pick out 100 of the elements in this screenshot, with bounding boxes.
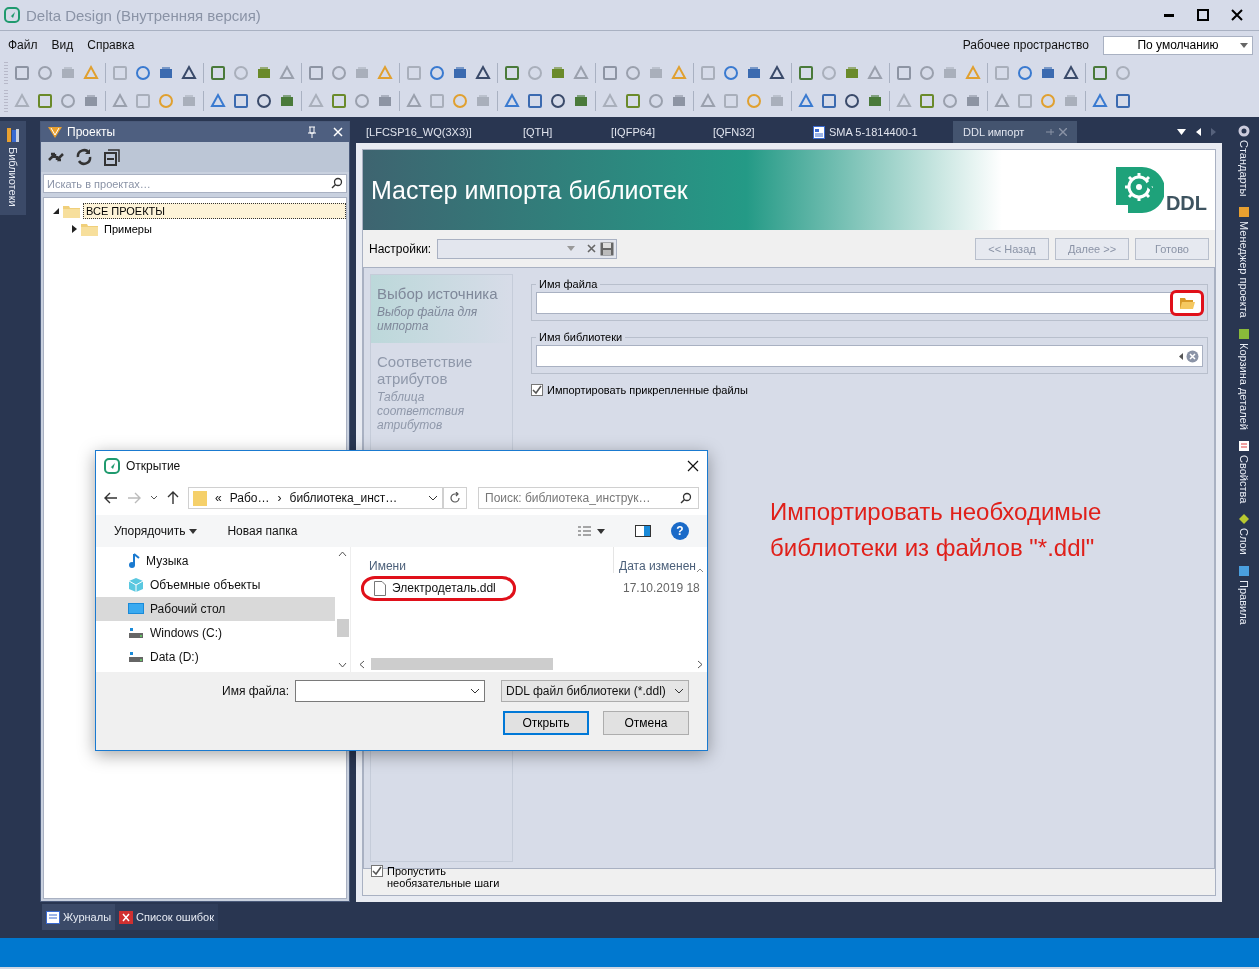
toolbar-icon — [918, 92, 936, 110]
preview-pane-icon — [635, 525, 651, 537]
toolbar-icon — [1062, 64, 1080, 82]
toolbar-icon — [895, 64, 913, 82]
nav-item[interactable]: Data (D:) — [96, 645, 335, 669]
side-tab[interactable]: Свойства — [1237, 439, 1250, 504]
app-logo-icon — [104, 458, 120, 474]
toolbar-icon — [526, 64, 544, 82]
refresh-icon — [75, 148, 93, 166]
document-tab[interactable]: SMA 5-1814400-1 — [803, 121, 953, 143]
column-header[interactable]: Имени — [355, 559, 613, 573]
scrollbar-thumb[interactable] — [371, 658, 553, 670]
forward-arrow-icon — [127, 492, 141, 504]
field-label: Имя файла — [538, 278, 599, 290]
column-header[interactable]: Дата изменен — [619, 559, 696, 573]
document-tab[interactable]: DDL импорт — [953, 121, 1077, 143]
toolbar-icon — [255, 92, 273, 110]
document-tab[interactable]: [QTH] — [513, 121, 601, 143]
checkbox[interactable] — [371, 865, 383, 877]
document-tab[interactable]: [IQFP64] — [601, 121, 703, 143]
close-icon — [1059, 128, 1067, 136]
organize-menu[interactable]: Упорядочить — [114, 524, 198, 538]
toolbar-icon — [820, 92, 838, 110]
workspace-dropdown[interactable]: По умолчанию — [1103, 35, 1253, 55]
side-tab[interactable]: Библиотеки — [0, 121, 26, 215]
clear-icon — [587, 244, 597, 253]
breadcrumb-item[interactable]: Рабо… — [229, 491, 270, 505]
music-note-icon — [128, 553, 140, 569]
file-type-dropdown[interactable]: DDL файл библиотеки (*.ddl) — [501, 680, 689, 702]
nav-item[interactable]: Музыка — [96, 549, 335, 573]
address-bar[interactable]: « Рабо… › библиотека_инст… — [188, 487, 443, 509]
side-tab[interactable]: Стандарты — [1237, 125, 1250, 197]
menu-item[interactable]: Файл — [8, 38, 38, 52]
panel-tab[interactable]: Журналы — [42, 904, 116, 930]
input-field[interactable] — [536, 292, 1203, 314]
checkbox[interactable] — [531, 384, 543, 396]
toolbar-icon — [278, 64, 296, 82]
toolbar-icon — [843, 92, 861, 110]
side-tab[interactable]: Слои — [1237, 513, 1250, 556]
settings-dropdown[interactable] — [437, 238, 618, 259]
save-icon — [600, 241, 615, 256]
scroll-down-icon — [338, 662, 347, 668]
dialog-button[interactable]: Открыть — [503, 711, 589, 735]
browse-button[interactable] — [1170, 290, 1204, 316]
caret-left-icon — [1179, 352, 1183, 360]
search-icon — [680, 492, 692, 504]
help-button[interactable]: ? — [671, 522, 689, 540]
nav-item[interactable]: Рабочий стол — [96, 597, 335, 621]
dialog-title: Открытие — [126, 459, 181, 473]
projects-icon — [47, 125, 63, 139]
dialog-button[interactable]: Отмена — [603, 711, 689, 735]
toolbar-icon — [330, 64, 348, 82]
tree-item[interactable]: ВСЕ ПРОЕКТЫ — [83, 203, 346, 219]
toolbar-icon — [36, 92, 54, 110]
document-icon — [813, 125, 825, 139]
refresh-button[interactable] — [443, 487, 467, 509]
drive-icon — [128, 650, 144, 664]
search-field[interactable]: Искать в проектах… — [43, 174, 347, 193]
side-tab-label: Свойства — [1237, 454, 1250, 504]
up-arrow-icon — [167, 491, 179, 505]
toolbar-icon — [549, 92, 567, 110]
close-icon — [687, 460, 699, 472]
input-field[interactable] — [536, 345, 1203, 367]
panel-tab[interactable]: Список ошибок — [115, 904, 219, 930]
file-date: 17.10.2019 18 — [623, 581, 701, 595]
close-icon — [1231, 9, 1243, 21]
toolbar-icon — [209, 64, 227, 82]
toolbar-icon — [180, 64, 198, 82]
breadcrumb-item[interactable]: › — [277, 491, 282, 505]
collapse-all-icon — [103, 148, 121, 166]
wizard-title: Мастер импорта библиотек — [371, 175, 689, 205]
breadcrumb-item[interactable]: библиотека_инст… — [289, 491, 398, 505]
toolbar-icon — [307, 92, 325, 110]
toolbar-icon — [722, 64, 740, 82]
search-field[interactable]: Поиск: библиотека_инструк… — [478, 487, 699, 509]
tree-item[interactable]: Примеры — [101, 221, 155, 237]
toolbar-icon — [353, 92, 371, 110]
nav-item[interactable]: Объемные объекты — [96, 573, 335, 597]
side-tab[interactable]: Правила — [1237, 565, 1250, 625]
folder-icon — [1179, 297, 1195, 309]
new-folder-button[interactable]: Новая папка — [227, 524, 298, 538]
toolbar-icon — [1039, 92, 1057, 110]
toolbar-icon — [134, 92, 152, 110]
document-tab[interactable]: [QFN32] — [703, 121, 803, 143]
file-name-field[interactable] — [295, 680, 485, 702]
toolbar-icon — [307, 64, 325, 82]
breadcrumb-item[interactable]: « — [215, 491, 222, 505]
toolbar-icon — [209, 92, 227, 110]
document-tab[interactable]: [LFCSP16_WQ(3X3)] — [356, 121, 513, 143]
panel-icon — [1237, 328, 1250, 341]
nav-item[interactable]: Windows (C:) — [96, 621, 335, 645]
logo-text: DDL — [1165, 192, 1207, 215]
caret-icon — [674, 688, 684, 694]
side-tab-label: Библиотеки — [7, 147, 19, 207]
menu-item[interactable]: Вид — [51, 38, 74, 52]
menu-item[interactable]: Справка — [87, 38, 135, 52]
file-item[interactable]: Электродеталь.ddl — [361, 575, 516, 601]
toolbar-icon — [993, 92, 1011, 110]
scrollbar-thumb[interactable] — [336, 619, 349, 637]
toolbar-icon — [797, 64, 815, 82]
